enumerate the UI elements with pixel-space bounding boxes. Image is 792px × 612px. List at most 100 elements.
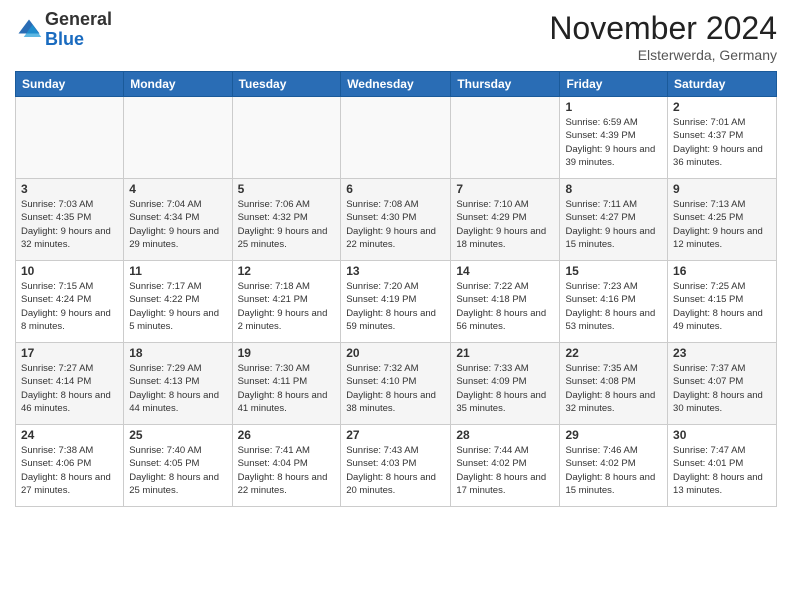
day-number: 30 <box>673 428 771 442</box>
day-info: Sunrise: 7:41 AMSunset: 4:04 PMDaylight:… <box>238 444 336 497</box>
day-info: Sunrise: 7:37 AMSunset: 4:07 PMDaylight:… <box>673 362 771 415</box>
calendar-cell: 20 Sunrise: 7:32 AMSunset: 4:10 PMDayligh… <box>341 343 451 425</box>
calendar-cell: 25 Sunrise: 7:40 AMSunset: 4:05 PMDayligh… <box>124 425 232 507</box>
calendar-cell: 15 Sunrise: 7:23 AMSunset: 4:16 PMDayligh… <box>560 261 668 343</box>
day-info: Sunrise: 7:43 AMSunset: 4:03 PMDaylight:… <box>346 444 445 497</box>
calendar-cell: 27Sunrise: 7:43 AMSunset: 4:03 PMDayligh… <box>341 425 451 507</box>
calendar-cell: 17Sunrise: 7:27 AMSunset: 4:14 PMDayligh… <box>16 343 124 425</box>
calendar-cell: 3 Sunrise: 7:03 AMSunset: 4:35 PMDaylight… <box>16 179 124 261</box>
calendar-cell: 5 Sunrise: 7:06 AMSunset: 4:32 PMDaylight… <box>232 179 341 261</box>
day-info: Sunrise: 7:29 AMSunset: 4:13 PMDaylight:… <box>129 362 226 415</box>
calendar-cell: 4 Sunrise: 7:04 AMSunset: 4:34 PMDaylight… <box>124 179 232 261</box>
day-info: Sunrise: 7:23 AMSunset: 4:16 PMDaylight:… <box>565 280 662 333</box>
day-number: 14 <box>456 264 554 278</box>
day-number: 2 <box>673 100 771 114</box>
calendar-cell: 29Sunrise: 7:46 AMSunset: 4:02 PMDayligh… <box>560 425 668 507</box>
calendar-header-saturday: Saturday <box>668 72 777 97</box>
calendar-cell: 30 Sunrise: 7:47 AMSunset: 4:01 PMDayligh… <box>668 425 777 507</box>
calendar-week-row: 24 Sunrise: 7:38 AMSunset: 4:06 PMDayligh… <box>16 425 777 507</box>
day-number: 12 <box>238 264 336 278</box>
day-info: Sunrise: 7:22 AMSunset: 4:18 PMDaylight:… <box>456 280 554 333</box>
calendar-cell: 23 Sunrise: 7:37 AMSunset: 4:07 PMDayligh… <box>668 343 777 425</box>
day-number: 26 <box>238 428 336 442</box>
day-number: 13 <box>346 264 445 278</box>
calendar-week-row: 3 Sunrise: 7:03 AMSunset: 4:35 PMDaylight… <box>16 179 777 261</box>
day-number: 1 <box>565 100 662 114</box>
calendar-cell: 28 Sunrise: 7:44 AMSunset: 4:02 PMDayligh… <box>451 425 560 507</box>
day-info: Sunrise: 7:11 AMSunset: 4:27 PMDaylight:… <box>565 198 662 251</box>
day-info: Sunrise: 7:20 AMSunset: 4:19 PMDaylight:… <box>346 280 445 333</box>
day-number: 8 <box>565 182 662 196</box>
day-info: Sunrise: 7:13 AMSunset: 4:25 PMDaylight:… <box>673 198 771 251</box>
calendar-header-monday: Monday <box>124 72 232 97</box>
day-number: 18 <box>129 346 226 360</box>
day-info: Sunrise: 7:18 AMSunset: 4:21 PMDaylight:… <box>238 280 336 333</box>
day-number: 25 <box>129 428 226 442</box>
day-info: Sunrise: 7:15 AMSunset: 4:24 PMDaylight:… <box>21 280 118 333</box>
title-section: November 2024 Elsterwerda, Germany <box>549 10 777 63</box>
day-number: 28 <box>456 428 554 442</box>
calendar-cell <box>232 97 341 179</box>
calendar-cell <box>451 97 560 179</box>
day-number: 3 <box>21 182 118 196</box>
calendar-cell: 16Sunrise: 7:25 AMSunset: 4:15 PMDayligh… <box>668 261 777 343</box>
day-info: Sunrise: 7:38 AMSunset: 4:06 PMDaylight:… <box>21 444 118 497</box>
calendar-header-sunday: Sunday <box>16 72 124 97</box>
day-number: 22 <box>565 346 662 360</box>
day-number: 29 <box>565 428 662 442</box>
header: General Blue November 2024 Elsterwerda, … <box>15 10 777 63</box>
day-number: 24 <box>21 428 118 442</box>
logo-icon <box>15 16 43 44</box>
calendar-cell: 6Sunrise: 7:08 AMSunset: 4:30 PMDaylight… <box>341 179 451 261</box>
day-info: Sunrise: 7:44 AMSunset: 4:02 PMDaylight:… <box>456 444 554 497</box>
day-info: Sunrise: 7:03 AMSunset: 4:35 PMDaylight:… <box>21 198 118 251</box>
calendar-cell: 18 Sunrise: 7:29 AMSunset: 4:13 PMDayligh… <box>124 343 232 425</box>
day-info: Sunrise: 7:06 AMSunset: 4:32 PMDaylight:… <box>238 198 336 251</box>
day-number: 5 <box>238 182 336 196</box>
calendar-cell: 13 Sunrise: 7:20 AMSunset: 4:19 PMDayligh… <box>341 261 451 343</box>
day-info: Sunrise: 7:08 AMSunset: 4:30 PMDaylight:… <box>346 198 445 251</box>
page-container: General Blue November 2024 Elsterwerda, … <box>0 0 792 517</box>
calendar-cell <box>16 97 124 179</box>
day-number: 9 <box>673 182 771 196</box>
calendar-cell: 14 Sunrise: 7:22 AMSunset: 4:18 PMDayligh… <box>451 261 560 343</box>
logo: General Blue <box>15 10 112 50</box>
day-number: 10 <box>21 264 118 278</box>
calendar-header-friday: Friday <box>560 72 668 97</box>
calendar-cell: 9 Sunrise: 7:13 AMSunset: 4:25 PMDaylight… <box>668 179 777 261</box>
day-info: Sunrise: 7:35 AMSunset: 4:08 PMDaylight:… <box>565 362 662 415</box>
logo-blue-text: Blue <box>45 29 84 49</box>
day-info: Sunrise: 7:32 AMSunset: 4:10 PMDaylight:… <box>346 362 445 415</box>
day-number: 15 <box>565 264 662 278</box>
calendar-cell: 1 Sunrise: 6:59 AMSunset: 4:39 PMDaylight… <box>560 97 668 179</box>
calendar-cell <box>341 97 451 179</box>
calendar-header-tuesday: Tuesday <box>232 72 341 97</box>
day-number: 20 <box>346 346 445 360</box>
day-info: Sunrise: 7:01 AMSunset: 4:37 PMDaylight:… <box>673 116 771 169</box>
day-info: Sunrise: 7:40 AMSunset: 4:05 PMDaylight:… <box>129 444 226 497</box>
day-number: 7 <box>456 182 554 196</box>
calendar-cell: 24 Sunrise: 7:38 AMSunset: 4:06 PMDayligh… <box>16 425 124 507</box>
day-info: Sunrise: 6:59 AMSunset: 4:39 PMDaylight:… <box>565 116 662 169</box>
day-info: Sunrise: 7:04 AMSunset: 4:34 PMDaylight:… <box>129 198 226 251</box>
calendar-week-row: 17Sunrise: 7:27 AMSunset: 4:14 PMDayligh… <box>16 343 777 425</box>
month-title: November 2024 <box>549 10 777 47</box>
calendar-header-row: SundayMondayTuesdayWednesdayThursdayFrid… <box>16 72 777 97</box>
day-number: 4 <box>129 182 226 196</box>
calendar-cell <box>124 97 232 179</box>
day-info: Sunrise: 7:47 AMSunset: 4:01 PMDaylight:… <box>673 444 771 497</box>
day-number: 19 <box>238 346 336 360</box>
day-number: 11 <box>129 264 226 278</box>
location: Elsterwerda, Germany <box>549 47 777 63</box>
calendar-cell: 8 Sunrise: 7:11 AMSunset: 4:27 PMDaylight… <box>560 179 668 261</box>
day-number: 16 <box>673 264 771 278</box>
calendar-cell: 10 Sunrise: 7:15 AMSunset: 4:24 PMDayligh… <box>16 261 124 343</box>
day-number: 21 <box>456 346 554 360</box>
calendar-cell: 21Sunrise: 7:33 AMSunset: 4:09 PMDayligh… <box>451 343 560 425</box>
day-number: 17 <box>21 346 118 360</box>
calendar-cell: 19Sunrise: 7:30 AMSunset: 4:11 PMDayligh… <box>232 343 341 425</box>
calendar-table: SundayMondayTuesdayWednesdayThursdayFrid… <box>15 71 777 507</box>
day-info: Sunrise: 7:17 AMSunset: 4:22 PMDaylight:… <box>129 280 226 333</box>
calendar-header-thursday: Thursday <box>451 72 560 97</box>
day-number: 23 <box>673 346 771 360</box>
